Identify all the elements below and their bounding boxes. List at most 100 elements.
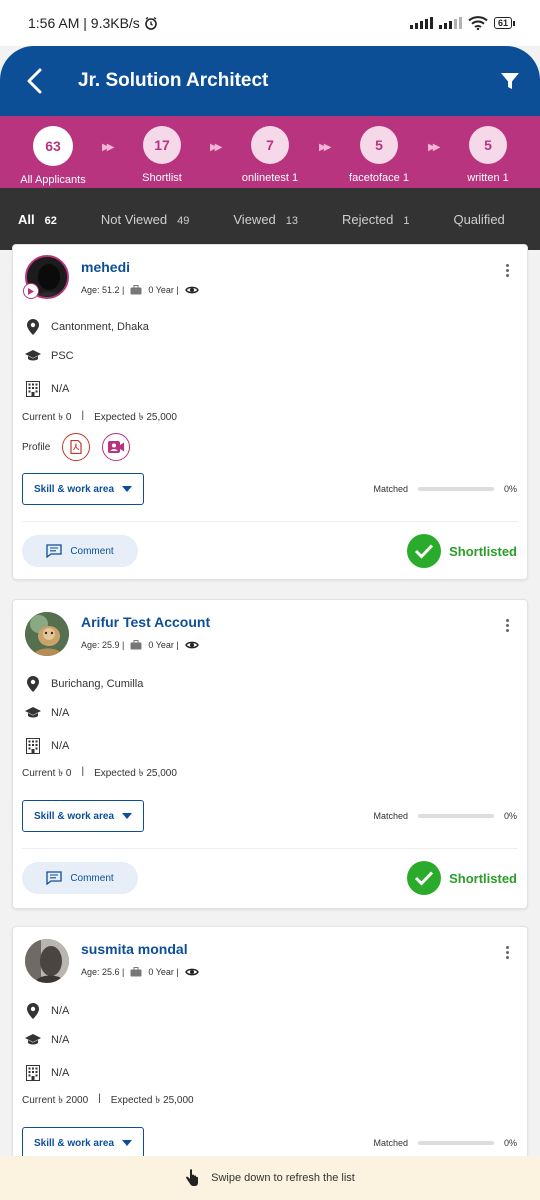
tab-qualified[interactable]: Qualified bbox=[435, 212, 504, 227]
tab-all[interactable]: All 62 bbox=[0, 212, 57, 227]
stage-count: 63 bbox=[33, 126, 73, 166]
stage-shortlist[interactable]: 17 Shortlist bbox=[107, 126, 217, 184]
currency-symbol: ৳ bbox=[138, 412, 144, 423]
more-options-icon[interactable] bbox=[501, 614, 513, 636]
filter-button[interactable] bbox=[490, 61, 530, 101]
divider bbox=[22, 848, 518, 849]
refresh-hint-toast: Swipe down to refresh the list bbox=[0, 1156, 540, 1200]
back-button[interactable] bbox=[6, 53, 62, 109]
stage-label: Shortlist bbox=[142, 172, 182, 184]
skill-button-label: Skill & work area bbox=[33, 1137, 115, 1149]
salary-row: Current ৳ 0 | Expected ৳ 25,000 bbox=[22, 410, 177, 427]
caret-down-icon bbox=[122, 486, 133, 492]
expected-salary-label: Expected bbox=[94, 768, 136, 779]
skill-work-area-button[interactable]: Skill & work area bbox=[22, 473, 144, 505]
stage-onlinetest[interactable]: 7 onlinetest 1 bbox=[215, 126, 325, 184]
comment-button[interactable]: Comment bbox=[22, 535, 138, 567]
cv-pdf-button[interactable] bbox=[62, 433, 91, 461]
building-icon bbox=[25, 381, 41, 397]
expected-salary: 25,000 bbox=[146, 768, 177, 779]
matched-indicator: Matched 0% bbox=[373, 484, 517, 494]
tab-label: Qualified bbox=[453, 211, 505, 227]
comment-label: Comment bbox=[70, 545, 114, 557]
applicant-card[interactable]: Arifur Test Account Age: 25.9 | 0 Year |… bbox=[12, 599, 528, 909]
applicant-card[interactable]: mehedi Age: 51.2 | 0 Year | Cantonment, … bbox=[12, 244, 528, 580]
education-row: PSC bbox=[25, 350, 74, 362]
status-text: Shortlisted bbox=[449, 543, 517, 559]
divider bbox=[22, 521, 518, 522]
education-text: N/A bbox=[51, 707, 70, 719]
location-pin-icon bbox=[25, 1003, 41, 1019]
eye-icon bbox=[184, 641, 199, 649]
matched-label: Matched bbox=[373, 484, 408, 494]
stage-facetoface[interactable]: 5 facetoface 1 bbox=[324, 126, 434, 184]
stage-label: written 1 bbox=[467, 172, 509, 184]
video-badge-icon[interactable] bbox=[23, 283, 39, 299]
stage-written[interactable]: 5 written 1 bbox=[433, 126, 540, 184]
currency-symbol: ৳ bbox=[138, 768, 144, 779]
skill-work-area-button[interactable]: Skill & work area bbox=[22, 800, 144, 832]
tab-not-viewed[interactable]: Not Viewed 49 bbox=[83, 212, 190, 227]
filter-icon bbox=[501, 73, 519, 89]
shortlisted-status: Shortlisted bbox=[407, 861, 517, 895]
matched-progress-bar bbox=[417, 814, 494, 818]
applicant-name[interactable]: mehedi bbox=[81, 259, 130, 275]
skill-work-area-button[interactable]: Skill & work area bbox=[22, 1127, 144, 1159]
signal-icon-2 bbox=[438, 17, 462, 29]
applicant-name[interactable]: Arifur Test Account bbox=[81, 614, 210, 630]
avatar[interactable] bbox=[25, 612, 69, 656]
experience-text: 0 Year | bbox=[148, 967, 179, 977]
stage-all-applicants[interactable]: 63 All Applicants bbox=[0, 126, 108, 186]
stage-label: All Applicants bbox=[20, 174, 86, 186]
separator: | bbox=[81, 766, 85, 777]
tab-rejected[interactable]: Rejected 1 bbox=[324, 212, 409, 227]
applicant-card[interactable]: susmita mondal Age: 25.6 | 0 Year | N/A … bbox=[12, 926, 528, 1176]
matched-percent: 0% bbox=[503, 484, 517, 494]
caret-down-icon bbox=[122, 1140, 133, 1146]
institution-row: N/A bbox=[25, 738, 69, 754]
education-text: PSC bbox=[51, 350, 74, 362]
tab-viewed[interactable]: Viewed 13 bbox=[215, 212, 298, 227]
back-arrow-icon bbox=[27, 68, 42, 94]
applicant-name[interactable]: susmita mondal bbox=[81, 941, 188, 957]
currency-symbol: ৳ bbox=[58, 412, 64, 423]
wifi-icon bbox=[468, 16, 488, 30]
alarm-icon bbox=[145, 16, 157, 30]
institution-text: N/A bbox=[51, 383, 70, 395]
location-row: Burichang, Cumilla bbox=[25, 676, 143, 692]
matched-label: Matched bbox=[373, 1138, 408, 1148]
salary-row: Current ৳ 0 | Expected ৳ 25,000 bbox=[22, 766, 177, 783]
location-row: Cantonment, Dhaka bbox=[25, 319, 149, 335]
more-options-icon[interactable] bbox=[501, 259, 513, 281]
current-salary: 2000 bbox=[65, 1095, 89, 1106]
current-salary: 0 bbox=[65, 768, 72, 779]
tab-label: All bbox=[18, 211, 35, 227]
current-salary-label: Current bbox=[22, 768, 56, 779]
institution-text: N/A bbox=[51, 1067, 70, 1079]
more-options-icon[interactable] bbox=[501, 941, 513, 963]
video-profile-button[interactable] bbox=[102, 433, 131, 461]
status-time: 1:56 AM | 9.3KB/s bbox=[28, 15, 140, 31]
skill-button-label: Skill & work area bbox=[33, 483, 115, 495]
matched-percent: 0% bbox=[503, 811, 517, 821]
eye-icon bbox=[184, 968, 199, 976]
signal-icon bbox=[409, 17, 433, 29]
pdf-icon bbox=[70, 440, 82, 454]
location-text: Cantonment, Dhaka bbox=[51, 321, 149, 333]
current-salary-label: Current bbox=[22, 412, 56, 423]
tab-label: Viewed bbox=[233, 211, 276, 227]
tab-label: Not Viewed bbox=[100, 211, 168, 227]
stage-count: 5 bbox=[360, 126, 398, 164]
expected-salary: 25,000 bbox=[146, 412, 177, 423]
avatar[interactable] bbox=[25, 939, 69, 983]
avatar-image bbox=[25, 612, 69, 656]
education-text: N/A bbox=[51, 1034, 70, 1046]
stage-label: onlinetest 1 bbox=[241, 172, 299, 184]
swipe-down-hand-icon bbox=[186, 1169, 199, 1186]
comment-icon bbox=[46, 544, 62, 558]
graduation-cap-icon bbox=[25, 707, 41, 719]
graduation-cap-icon bbox=[25, 1034, 41, 1046]
status-text: Shortlisted bbox=[449, 870, 517, 886]
comment-icon bbox=[46, 871, 62, 885]
comment-button[interactable]: Comment bbox=[22, 862, 138, 894]
